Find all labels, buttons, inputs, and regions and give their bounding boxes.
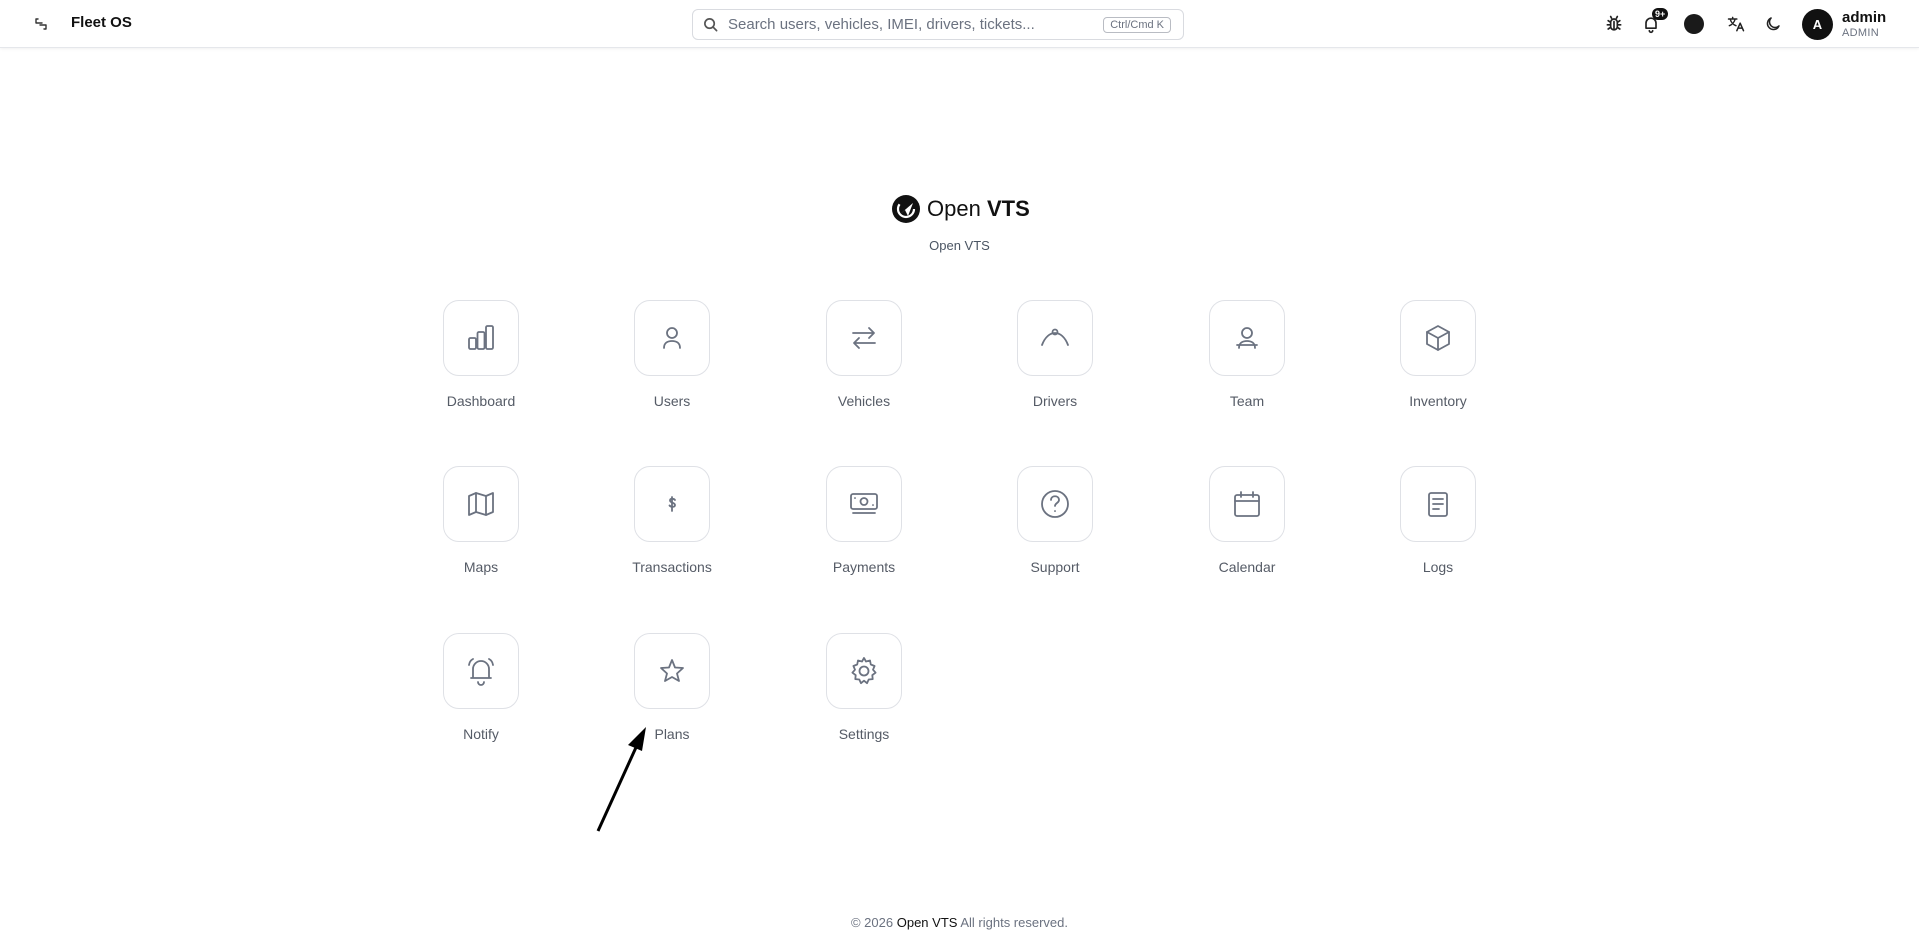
app-support[interactable]: Support bbox=[985, 466, 1125, 575]
arrows-exchange-icon bbox=[852, 327, 876, 349]
app-tile[interactable] bbox=[634, 633, 710, 709]
search-icon bbox=[704, 18, 718, 32]
app-tile[interactable] bbox=[1209, 300, 1285, 376]
top-bar: Fleet OS Ctrl/Cmd K 9+ A admin ADMIN bbox=[0, 0, 1919, 48]
help-circle-icon bbox=[1041, 490, 1069, 518]
calendar-icon bbox=[1234, 491, 1260, 517]
app-users[interactable]: Users bbox=[602, 300, 742, 409]
app-title: Fleet OS bbox=[71, 14, 132, 31]
app-label: Calendar bbox=[1218, 559, 1276, 575]
app-label: Logs bbox=[1422, 559, 1454, 575]
app-tile[interactable] bbox=[1017, 300, 1093, 376]
app-dashboard[interactable]: Dashboard bbox=[411, 300, 551, 409]
app-label: Transactions bbox=[632, 559, 712, 575]
open-vts-logo-icon bbox=[892, 195, 920, 223]
footer: © 2026 Open VTS All rights reserved. bbox=[0, 915, 1919, 930]
app-tile[interactable] bbox=[443, 300, 519, 376]
logo-wordmark: Open VTS bbox=[927, 196, 1030, 221]
app-label: Dashboard bbox=[446, 393, 516, 409]
footer-copyright: © 2026 bbox=[850, 915, 894, 930]
dark-mode-moon-icon[interactable] bbox=[1761, 12, 1785, 36]
gear-icon bbox=[851, 657, 877, 685]
sidebar-toggle-icon[interactable] bbox=[30, 13, 52, 35]
app-tile[interactable] bbox=[1017, 466, 1093, 542]
brand-logo: Open VTS bbox=[891, 194, 1030, 224]
app-notify[interactable]: Notify bbox=[411, 633, 551, 742]
footer-brand-link[interactable]: Open VTS bbox=[897, 915, 958, 930]
banknote-icon bbox=[850, 493, 878, 514]
app-label: Drivers bbox=[1032, 393, 1078, 409]
bar-chart-icon bbox=[468, 325, 494, 350]
app-label: Inventory bbox=[1409, 393, 1467, 409]
notifications-bell-icon[interactable]: 9+ bbox=[1639, 8, 1669, 36]
search-shortcut-hint: Ctrl/Cmd K bbox=[1103, 16, 1171, 33]
team-icon bbox=[1236, 327, 1258, 349]
user-icon bbox=[663, 327, 681, 349]
map-icon bbox=[468, 492, 494, 516]
app-tile[interactable] bbox=[826, 300, 902, 376]
document-icon bbox=[1428, 492, 1448, 517]
box-icon bbox=[1426, 325, 1450, 351]
app-calendar[interactable]: Calendar bbox=[1177, 466, 1317, 575]
app-tile[interactable] bbox=[443, 633, 519, 709]
user-role: ADMIN bbox=[1842, 27, 1879, 39]
app-drivers[interactable]: Drivers bbox=[985, 300, 1125, 409]
app-label: Users bbox=[653, 393, 691, 409]
app-tile[interactable] bbox=[634, 300, 710, 376]
bug-report-icon[interactable] bbox=[1602, 12, 1626, 36]
app-settings[interactable]: Settings bbox=[794, 633, 934, 742]
app-logs[interactable]: Logs bbox=[1368, 466, 1508, 575]
footer-rights: All rights reserved. bbox=[960, 915, 1068, 930]
app-tile[interactable] bbox=[1400, 466, 1476, 542]
app-label: Vehicles bbox=[837, 393, 891, 409]
status-dot-icon[interactable] bbox=[1682, 12, 1706, 36]
search-input[interactable] bbox=[726, 15, 1104, 34]
user-name[interactable]: admin bbox=[1842, 9, 1886, 26]
app-payments[interactable]: Payments bbox=[794, 466, 934, 575]
pointer-arrow-annotation bbox=[596, 727, 646, 832]
brand-subtitle: Open VTS bbox=[929, 238, 990, 253]
bell-ring-icon bbox=[468, 658, 494, 686]
app-tile[interactable] bbox=[1209, 466, 1285, 542]
app-tile[interactable] bbox=[634, 466, 710, 542]
app-transactions[interactable]: Transactions bbox=[602, 466, 742, 575]
app-team[interactable]: Team bbox=[1177, 300, 1317, 409]
app-label: Settings bbox=[838, 726, 890, 742]
app-inventory[interactable]: Inventory bbox=[1368, 300, 1508, 409]
avatar[interactable]: A bbox=[1802, 9, 1833, 40]
app-maps[interactable]: Maps bbox=[411, 466, 551, 575]
currency-icon bbox=[668, 496, 676, 512]
app-tile[interactable] bbox=[826, 633, 902, 709]
language-icon[interactable] bbox=[1724, 12, 1748, 36]
app-label: Support bbox=[1030, 559, 1080, 575]
app-label: Team bbox=[1229, 393, 1265, 409]
app-label: Maps bbox=[463, 559, 499, 575]
steering-icon bbox=[1041, 328, 1069, 346]
app-tile[interactable] bbox=[826, 466, 902, 542]
star-icon bbox=[660, 659, 684, 682]
app-tile[interactable] bbox=[1400, 300, 1476, 376]
app-tile[interactable] bbox=[443, 466, 519, 542]
app-vehicles[interactable]: Vehicles bbox=[794, 300, 934, 409]
global-search[interactable]: Ctrl/Cmd K bbox=[692, 9, 1184, 40]
app-label: Payments bbox=[832, 559, 896, 575]
app-label: Notify bbox=[463, 726, 499, 742]
notification-count-badge: 9+ bbox=[1652, 8, 1669, 20]
